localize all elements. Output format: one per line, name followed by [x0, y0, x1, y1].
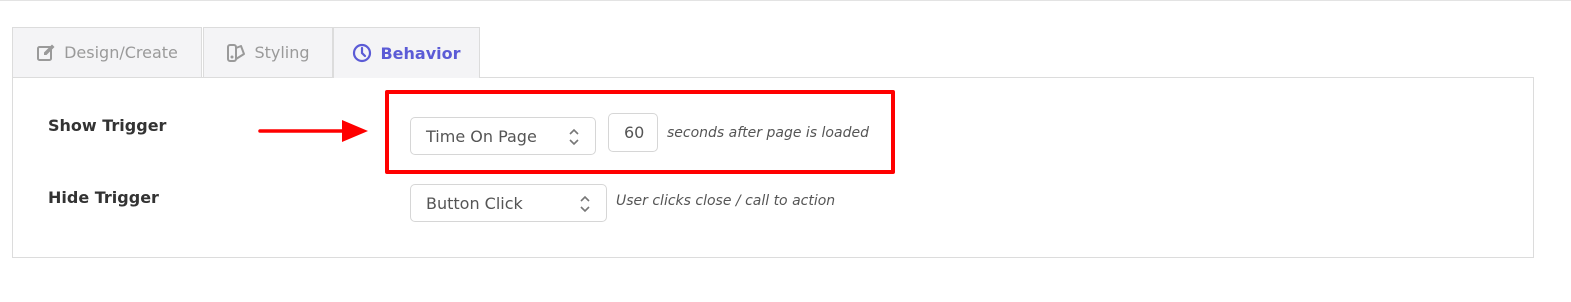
- edit-icon: [37, 44, 55, 61]
- palette-icon: [227, 43, 246, 62]
- tab-design-create[interactable]: Design/Create: [12, 27, 202, 77]
- chevron-updown-icon: [569, 128, 579, 146]
- tab-label: Design/Create: [64, 43, 178, 62]
- tab-styling[interactable]: Styling: [203, 27, 333, 77]
- show-trigger-hint: seconds after page is loaded: [667, 125, 869, 141]
- tab-label: Behavior: [380, 43, 461, 63]
- chevron-updown-icon: [580, 195, 590, 213]
- top-divider: [0, 0, 1571, 1]
- tab-behavior[interactable]: Behavior: [333, 27, 480, 78]
- tab-label: Styling: [254, 43, 310, 62]
- seconds-input[interactable]: 60: [608, 113, 658, 152]
- show-trigger-select[interactable]: Time On Page: [410, 117, 596, 155]
- hide-trigger-label: Hide Trigger: [48, 188, 159, 207]
- hide-trigger-selected: Button Click: [426, 193, 523, 213]
- red-arrow-annotation: [258, 120, 368, 142]
- show-trigger-selected: Time On Page: [426, 126, 537, 146]
- show-trigger-label: Show Trigger: [48, 116, 167, 135]
- hide-trigger-select[interactable]: Button Click: [410, 184, 607, 222]
- hide-trigger-hint: User clicks close / call to action: [616, 193, 836, 209]
- clock-icon: [353, 43, 372, 63]
